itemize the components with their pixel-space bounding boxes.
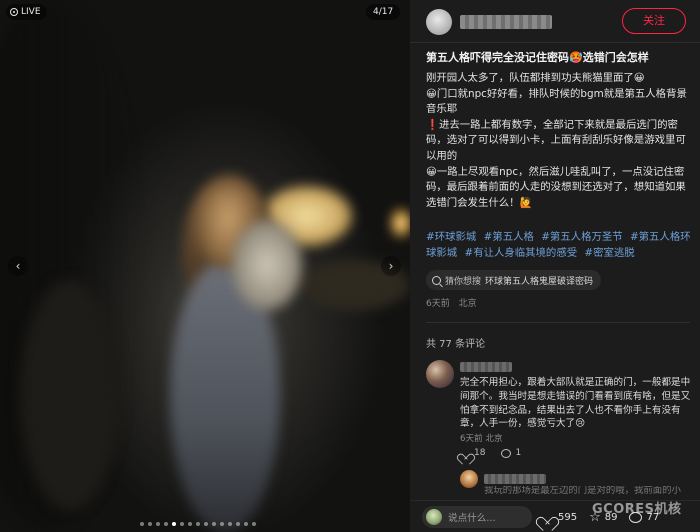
comment-meta: 6天前 北京: [460, 432, 503, 444]
related-search-query: 环球第五人格鬼屋破译密码: [485, 276, 594, 287]
pagination-dot[interactable]: [180, 522, 184, 526]
comment-text: 完全不用担心，跟着大部队就是正确的门，一般都是中间那个。我当时是想走错误的门看看…: [460, 377, 691, 430]
post-paragraph: 刚开园人太多了，队伍都排到功夫熊猫里面了😀: [426, 72, 645, 84]
live-badge[interactable]: LIVE: [6, 4, 47, 20]
post-tags: #环球影城 #第五人格 #第五人格万圣节 #第五人格环球影城 #有让人身临其境的…: [426, 230, 691, 261]
pagination-dot[interactable]: [220, 522, 224, 526]
heart-icon: [540, 511, 554, 523]
header-divider: [410, 42, 700, 43]
hashtag-link[interactable]: #密室逃脱: [584, 247, 634, 259]
pagination-dot[interactable]: [204, 522, 208, 526]
replier-avatar[interactable]: [460, 470, 478, 488]
pagination-dot[interactable]: [196, 522, 200, 526]
comment-icon: [501, 448, 512, 458]
hashtag-link[interactable]: #环球影城: [426, 231, 476, 243]
replier-name-redacted[interactable]: [484, 474, 546, 484]
comment-location: 北京: [485, 434, 503, 444]
chevron-left-icon: ‹: [15, 259, 21, 273]
pagination-dot[interactable]: [236, 522, 240, 526]
post-paragraph: 😀门口就npc好好看，排队时候的bgm就是第五人格背景音乐耶: [426, 87, 687, 116]
user-avatar: [426, 509, 442, 525]
pagination-dot[interactable]: [148, 522, 152, 526]
pagination-dot[interactable]: [244, 522, 248, 526]
hashtag-link[interactable]: #第五人格万圣节: [541, 231, 622, 243]
hashtag-link[interactable]: #有让人身临其境的感受: [464, 247, 577, 259]
pagination-dot[interactable]: [252, 522, 256, 526]
pagination-dot[interactable]: [188, 522, 192, 526]
live-icon: [10, 8, 18, 16]
next-image-button[interactable]: ›: [381, 256, 401, 276]
comment-input[interactable]: 说点什么...: [422, 506, 532, 528]
comment-reply-button[interactable]: 1: [501, 448, 521, 458]
prev-image-button[interactable]: ‹: [8, 256, 28, 276]
comment-input-placeholder: 说点什么...: [448, 513, 496, 524]
post-location: 北京: [458, 299, 477, 309]
related-search-chip[interactable]: 猜你想搜 环球第五人格鬼屋破译密码: [426, 270, 602, 290]
like-button[interactable]: 595: [540, 511, 577, 523]
image-counter: 4/17: [366, 4, 401, 20]
comment-like-count: 18: [474, 448, 486, 458]
comment-reply-count: 1: [515, 448, 522, 458]
photo-plush: [232, 220, 302, 310]
pagination-dot[interactable]: [212, 522, 216, 526]
live-label: LIVE: [21, 7, 41, 17]
note-detail-panel: 关注 第五人格吓得完全没记住密码🥵选错门会怎样 刚开园人太多了，队伍都排到功夫熊…: [410, 0, 700, 532]
post-paragraph: 😀一路上尽观看npc，然后滋儿哇乱叫了，一点没记住密码，最后跟着前面的人走的没想…: [426, 165, 686, 209]
like-count: 595: [558, 511, 578, 523]
follow-button[interactable]: 关注: [622, 8, 686, 34]
author-name-redacted[interactable]: [460, 15, 552, 29]
hashtag-link[interactable]: #第五人格: [484, 231, 534, 243]
pagination-dot[interactable]: [228, 522, 232, 526]
related-search-prefix: 猜你想搜: [445, 276, 482, 287]
pagination-dot[interactable]: [140, 522, 144, 526]
author-avatar[interactable]: [426, 9, 452, 35]
chevron-right-icon: ›: [388, 259, 394, 273]
commenter-avatar[interactable]: [426, 360, 454, 388]
post-paragraph: ❗进去一路上都有数字，全部记下来就是最后选门的密码，选对了可以得到小卡，上面有刮…: [426, 118, 686, 162]
heart-icon: [460, 449, 470, 458]
comment-like-button[interactable]: 18: [460, 448, 485, 458]
photo-chair: [20, 280, 120, 510]
search-icon: [432, 275, 441, 285]
comment-actions: 18 1: [460, 448, 521, 458]
media-viewer[interactable]: LIVE 4/17 ‹ ›: [0, 0, 410, 532]
post-content: 刚开园人太多了，队伍都排到功夫熊猫里面了😀 😀门口就npc好好看，排队时候的bg…: [426, 71, 691, 211]
note-viewer: LIVE 4/17 ‹ › 关注 第五人格吓得完全没记住密码🥵选错门会怎样 刚开…: [0, 0, 700, 532]
comment-count: 共 77 条评论: [426, 339, 486, 350]
pagination-dot[interactable]: [164, 522, 168, 526]
post-title: 第五人格吓得完全没记住密码🥵选错门会怎样: [426, 51, 649, 64]
image-pagination-dots: [140, 522, 256, 526]
photo-candle: [392, 210, 410, 236]
post-meta: 6天前 北京: [426, 296, 483, 309]
comment-time: 6天前: [460, 434, 483, 444]
site-watermark: GCORES机核: [592, 502, 682, 517]
pagination-dot[interactable]: [172, 522, 176, 526]
commenter-name-redacted[interactable]: [460, 362, 512, 372]
post-time: 6天前: [426, 299, 450, 309]
reply-text: 我玩的那场是最左边的门是对的哦，我前面的小: [484, 486, 681, 496]
content-divider: [426, 322, 690, 323]
pagination-dot[interactable]: [156, 522, 160, 526]
